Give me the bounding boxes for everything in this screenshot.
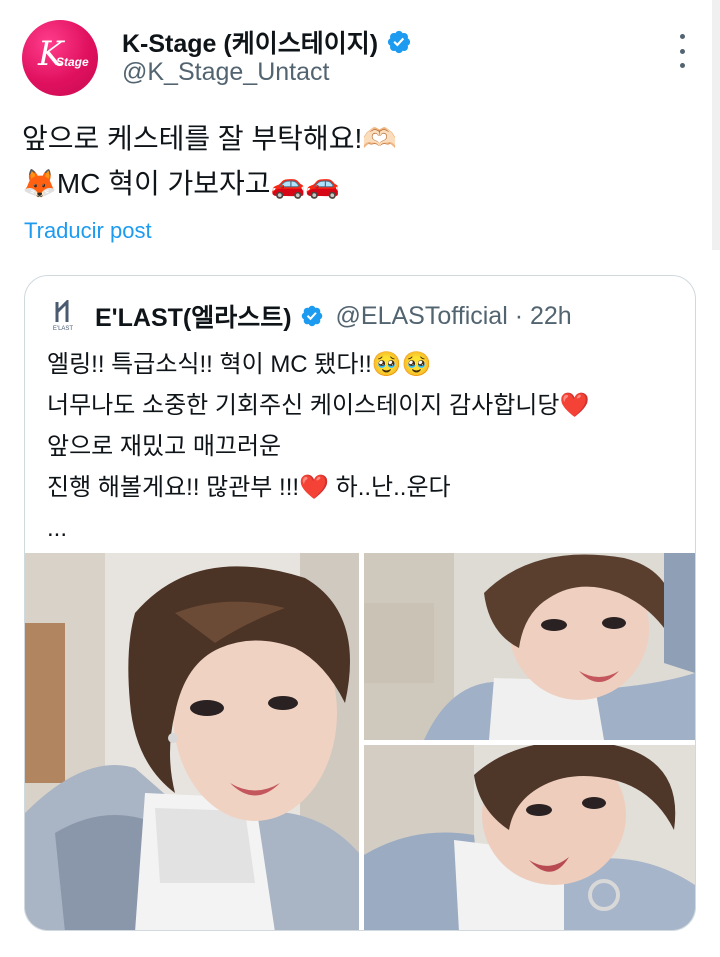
more-vertical-icon-dot: [679, 63, 685, 68]
quoted-line-text: 너무나도 소중한 기회주신 케이스테이지 감사합니당: [47, 392, 560, 419]
quoted-author-avatar[interactable]: E'LAST: [45, 298, 81, 334]
quoted-line: 앞으로 재밌고 매끄러운: [47, 433, 282, 460]
quoted-avatar-text: E'LAST: [53, 326, 73, 332]
quoted-line: 너무나도 소중한 기회주신 케이스테이지 감사합니당❤️: [47, 385, 589, 426]
photo-image: [364, 745, 695, 930]
quoted-handle-time[interactable]: @ELASTofficial · 22h: [336, 302, 572, 331]
more-options-button[interactable]: [672, 34, 692, 68]
media-photo-2[interactable]: [364, 553, 695, 740]
quoted-display-name[interactable]: E'LAST(엘라스트): [95, 298, 292, 334]
elast-logo-icon: E'LAST: [53, 300, 73, 332]
media-photo-1[interactable]: [25, 553, 359, 930]
photo-image: [25, 553, 359, 930]
author-handle[interactable]: @K_Stage_Untact: [122, 58, 329, 87]
quoted-line: 엘링!! 특급소식!! 혁이 MC 됐다!!🥹🥹: [47, 351, 432, 378]
verified-badge-icon: [301, 305, 322, 327]
heart-emoji: ❤️: [559, 392, 590, 419]
tweet-text: 앞으로 케스테를 잘 부탁해요!🫶🏻 🦊MC 혁이 가보자고🚗🚗: [22, 116, 397, 206]
quoted-tweet-card[interactable]: E'LAST E'LAST(엘라스트) @ELASTofficial · 22h…: [24, 275, 696, 931]
verified-badge-icon: [387, 30, 411, 54]
avatar-logo-word: Stage: [56, 55, 89, 69]
media-grid: [25, 553, 695, 930]
author-name-row: K-Stage (케이스테이지): [122, 24, 412, 60]
author-avatar[interactable]: K Stage: [22, 20, 98, 96]
quoted-line-text: 하..난..운다: [335, 474, 451, 501]
quoted-tweet-header: E'LAST E'LAST(엘라스트) @ELASTofficial · 22h: [45, 298, 572, 334]
more-vertical-icon: [679, 34, 685, 39]
scrollbar[interactable]: [712, 0, 720, 250]
k-stage-logo: K Stage: [30, 34, 90, 78]
quoted-line: ...: [47, 515, 68, 542]
translate-post-link[interactable]: Traducir post: [24, 218, 152, 244]
quoted-line-text: 진행 해볼게요!! 많관부 !!!: [47, 474, 300, 501]
heart-emoji: ❤️: [299, 474, 329, 501]
tweet-line: 🦊MC 혁이 가보자고🚗🚗: [22, 168, 341, 199]
media-photo-3[interactable]: [364, 745, 695, 930]
tweet-line: 앞으로 케스테를 잘 부탁해요!🫶🏻: [22, 123, 398, 154]
author-display-name[interactable]: K-Stage (케이스테이지): [122, 24, 378, 60]
more-vertical-icon-dot: [679, 48, 685, 54]
photo-image: [364, 553, 695, 740]
quoted-line: 진행 해볼게요!! 많관부 !!!❤️ 하..난..운다: [47, 467, 589, 508]
quoted-tweet-text: 엘링!! 특급소식!! 혁이 MC 됐다!!🥹🥹 너무나도 소중한 기회주신 케…: [47, 344, 589, 549]
